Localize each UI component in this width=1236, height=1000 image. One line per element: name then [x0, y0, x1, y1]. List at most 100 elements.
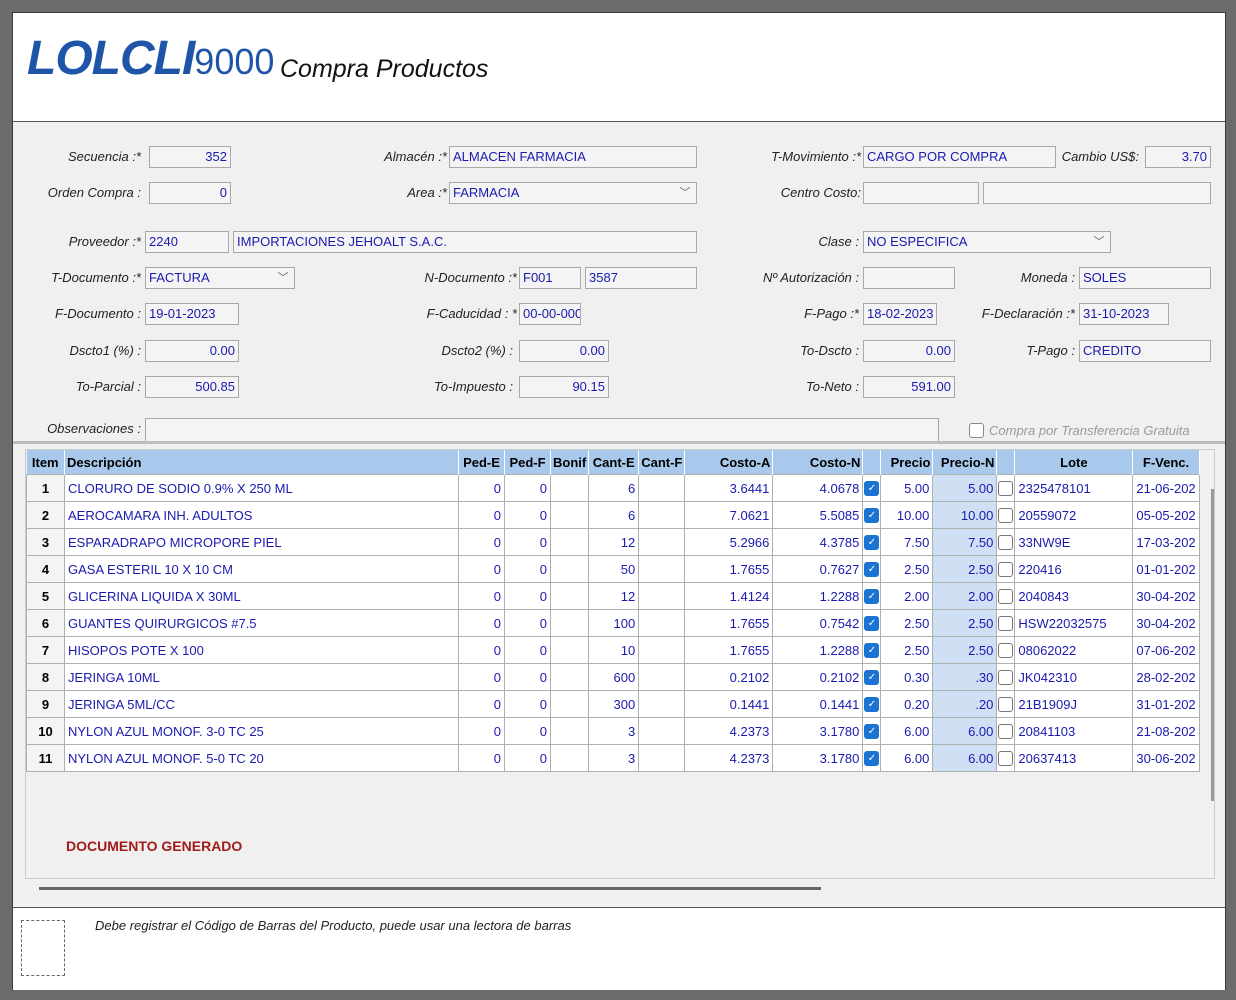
- checkbox-unchecked-icon[interactable]: [998, 535, 1014, 551]
- cell-costoa[interactable]: 0.2102: [684, 663, 774, 691]
- cell-lote[interactable]: 08062022: [1014, 636, 1134, 664]
- cell-fvenc[interactable]: 21-08-202: [1132, 717, 1200, 745]
- table-row[interactable]: 1 CLORURO DE SODIO 0.9% X 250 ML 0 0 6 3.6441…: [26, 474, 1200, 502]
- cell-coston[interactable]: 0.7542: [772, 609, 864, 637]
- costo-n-checkbox[interactable]: ✓: [862, 663, 882, 691]
- col-header-precio-n[interactable]: Precio-N: [932, 450, 998, 475]
- checkbox-checked-icon[interactable]: ✓: [864, 508, 880, 524]
- cell-cantf[interactable]: [638, 636, 686, 664]
- cell-precio[interactable]: 10.00: [880, 501, 934, 529]
- cell-pede[interactable]: 0: [458, 717, 505, 745]
- n-autorizacion-field[interactable]: [863, 267, 955, 289]
- cell-coston[interactable]: 4.0678: [772, 474, 864, 502]
- cell-pedf[interactable]: 0: [504, 528, 551, 556]
- cell-lote[interactable]: 21B1909J: [1014, 690, 1134, 718]
- cell-costoa[interactable]: 4.2373: [684, 744, 774, 772]
- table-row[interactable]: 9 JERINGA 5ML/CC 0 0 300 0.1441 0.1441 ✓ 0.20.20…: [26, 690, 1200, 718]
- cell-precio[interactable]: 0.20: [880, 690, 934, 718]
- cell-lote[interactable]: 20637413: [1014, 744, 1134, 772]
- col-header-item[interactable]: Item: [26, 450, 65, 475]
- cell-pedf[interactable]: 0: [504, 636, 551, 664]
- checkbox-checked-icon[interactable]: ✓: [864, 535, 880, 551]
- centro-costo-field[interactable]: [863, 182, 979, 204]
- cell-coston[interactable]: 3.1780: [772, 717, 864, 745]
- cell-cante[interactable]: 3: [588, 717, 640, 745]
- dscto2-field[interactable]: 0.00: [519, 340, 609, 362]
- cell-costoa[interactable]: 3.6441: [684, 474, 774, 502]
- proveedor-code-field[interactable]: 2240: [145, 231, 229, 253]
- cell-bonif[interactable]: [549, 717, 590, 745]
- cell-cante[interactable]: 100: [588, 609, 640, 637]
- checkbox-checked-icon[interactable]: ✓: [864, 697, 880, 713]
- cell-coston[interactable]: 0.2102: [772, 663, 864, 691]
- cell-cante[interactable]: 12: [588, 582, 640, 610]
- costo-n-checkbox[interactable]: ✓: [862, 501, 882, 529]
- cell-pede[interactable]: 0: [458, 663, 505, 691]
- checkbox-unchecked-icon[interactable]: [998, 508, 1014, 524]
- cell-lote[interactable]: JK042310: [1014, 663, 1134, 691]
- costo-n-checkbox[interactable]: ✓: [862, 690, 882, 718]
- cell-pedf[interactable]: 0: [504, 474, 551, 502]
- cell-precion[interactable]: .20: [932, 690, 998, 718]
- checkbox-unchecked-icon[interactable]: [998, 481, 1014, 497]
- checkbox-unchecked-icon[interactable]: [998, 751, 1014, 767]
- table-row[interactable]: 2 AEROCAMARA INH. ADULTOS 0 0 6 7.0621 5.5085 ✓…: [26, 501, 1200, 529]
- cell-desc[interactable]: NYLON AZUL MONOF. 5-0 TC 20: [64, 744, 459, 772]
- precio-n-checkbox[interactable]: [996, 663, 1016, 691]
- cell-fvenc[interactable]: 01-01-202: [1132, 555, 1200, 583]
- cell-pedf[interactable]: 0: [504, 582, 551, 610]
- cell-costoa[interactable]: 5.2966: [684, 528, 774, 556]
- precio-n-checkbox[interactable]: [996, 528, 1016, 556]
- cell-pede[interactable]: 0: [458, 636, 505, 664]
- checkbox-checked-icon[interactable]: ✓: [864, 670, 880, 686]
- cell-coston[interactable]: 1.2288: [772, 582, 864, 610]
- checkbox-unchecked-icon[interactable]: [998, 670, 1014, 686]
- cell-bonif[interactable]: [549, 690, 590, 718]
- cell-precio[interactable]: 7.50: [880, 528, 934, 556]
- cell-pedf[interactable]: 0: [504, 717, 551, 745]
- cell-precion[interactable]: 2.00: [932, 582, 998, 610]
- cell-fvenc[interactable]: 07-06-202: [1132, 636, 1200, 664]
- cell-cantf[interactable]: [638, 582, 686, 610]
- cell-bonif[interactable]: [549, 663, 590, 691]
- cell-pede[interactable]: 0: [458, 609, 505, 637]
- cell-cante[interactable]: 50: [588, 555, 640, 583]
- precio-n-checkbox[interactable]: [996, 636, 1016, 664]
- n-documento-numero-field[interactable]: 3587: [585, 267, 697, 289]
- cell-coston[interactable]: 4.3785: [772, 528, 864, 556]
- cell-pedf[interactable]: 0: [504, 744, 551, 772]
- cell-desc[interactable]: CLORURO DE SODIO 0.9% X 250 ML: [64, 474, 459, 502]
- cell-fvenc[interactable]: 21-06-202: [1132, 474, 1200, 502]
- cell-cante[interactable]: 6: [588, 501, 640, 529]
- checkbox-unchecked-icon[interactable]: [998, 697, 1014, 713]
- cell-cante[interactable]: 12: [588, 528, 640, 556]
- almacen-field[interactable]: ALMACEN FARMACIA: [449, 146, 697, 168]
- checkbox-checked-icon[interactable]: ✓: [864, 724, 880, 740]
- cell-cantf[interactable]: [638, 474, 686, 502]
- cell-precio[interactable]: 2.00: [880, 582, 934, 610]
- cell-desc[interactable]: JERINGA 10ML: [64, 663, 459, 691]
- cell-item[interactable]: 11: [26, 744, 65, 772]
- cell-bonif[interactable]: [549, 528, 590, 556]
- table-row[interactable]: 8 JERINGA 10ML 0 0 600 0.2102 0.2102 ✓ 0.30.30 JK…: [26, 663, 1200, 691]
- cell-costoa[interactable]: 1.4124: [684, 582, 774, 610]
- cell-cantf[interactable]: [638, 663, 686, 691]
- cell-bonif[interactable]: [549, 501, 590, 529]
- cell-cante[interactable]: 3: [588, 744, 640, 772]
- cell-desc[interactable]: JERINGA 5ML/CC: [64, 690, 459, 718]
- cell-precion[interactable]: .30: [932, 663, 998, 691]
- cell-coston[interactable]: 0.1441: [772, 690, 864, 718]
- cell-cantf[interactable]: [638, 528, 686, 556]
- table-row[interactable]: 10 NYLON AZUL MONOF. 3-0 TC 25 0 0 3 4.2373 3.…: [26, 717, 1200, 745]
- cell-cante[interactable]: 10: [588, 636, 640, 664]
- to-impuesto-field[interactable]: 90.15: [519, 376, 609, 398]
- cell-cantf[interactable]: [638, 717, 686, 745]
- cell-lote[interactable]: 2325478101: [1014, 474, 1134, 502]
- cell-precio[interactable]: 2.50: [880, 636, 934, 664]
- cell-costoa[interactable]: 0.1441: [684, 690, 774, 718]
- cell-coston[interactable]: 1.2288: [772, 636, 864, 664]
- costo-n-checkbox[interactable]: ✓: [862, 744, 882, 772]
- cell-item[interactable]: 2: [26, 501, 65, 529]
- cell-costoa[interactable]: 1.7655: [684, 636, 774, 664]
- cell-cantf[interactable]: [638, 744, 686, 772]
